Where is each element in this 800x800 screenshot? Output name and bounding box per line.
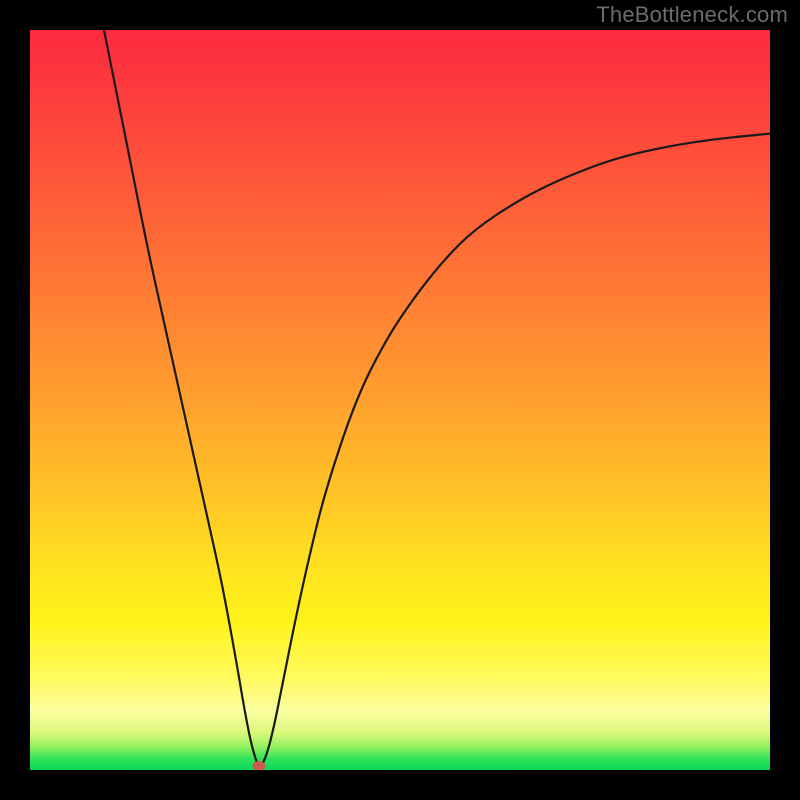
- minimum-marker: [253, 761, 266, 770]
- plot-area: [30, 30, 770, 770]
- watermark-text: TheBottleneck.com: [596, 2, 788, 28]
- chart-frame: TheBottleneck.com: [0, 0, 800, 800]
- curve-path: [104, 30, 770, 766]
- bottleneck-curve: [30, 30, 770, 770]
